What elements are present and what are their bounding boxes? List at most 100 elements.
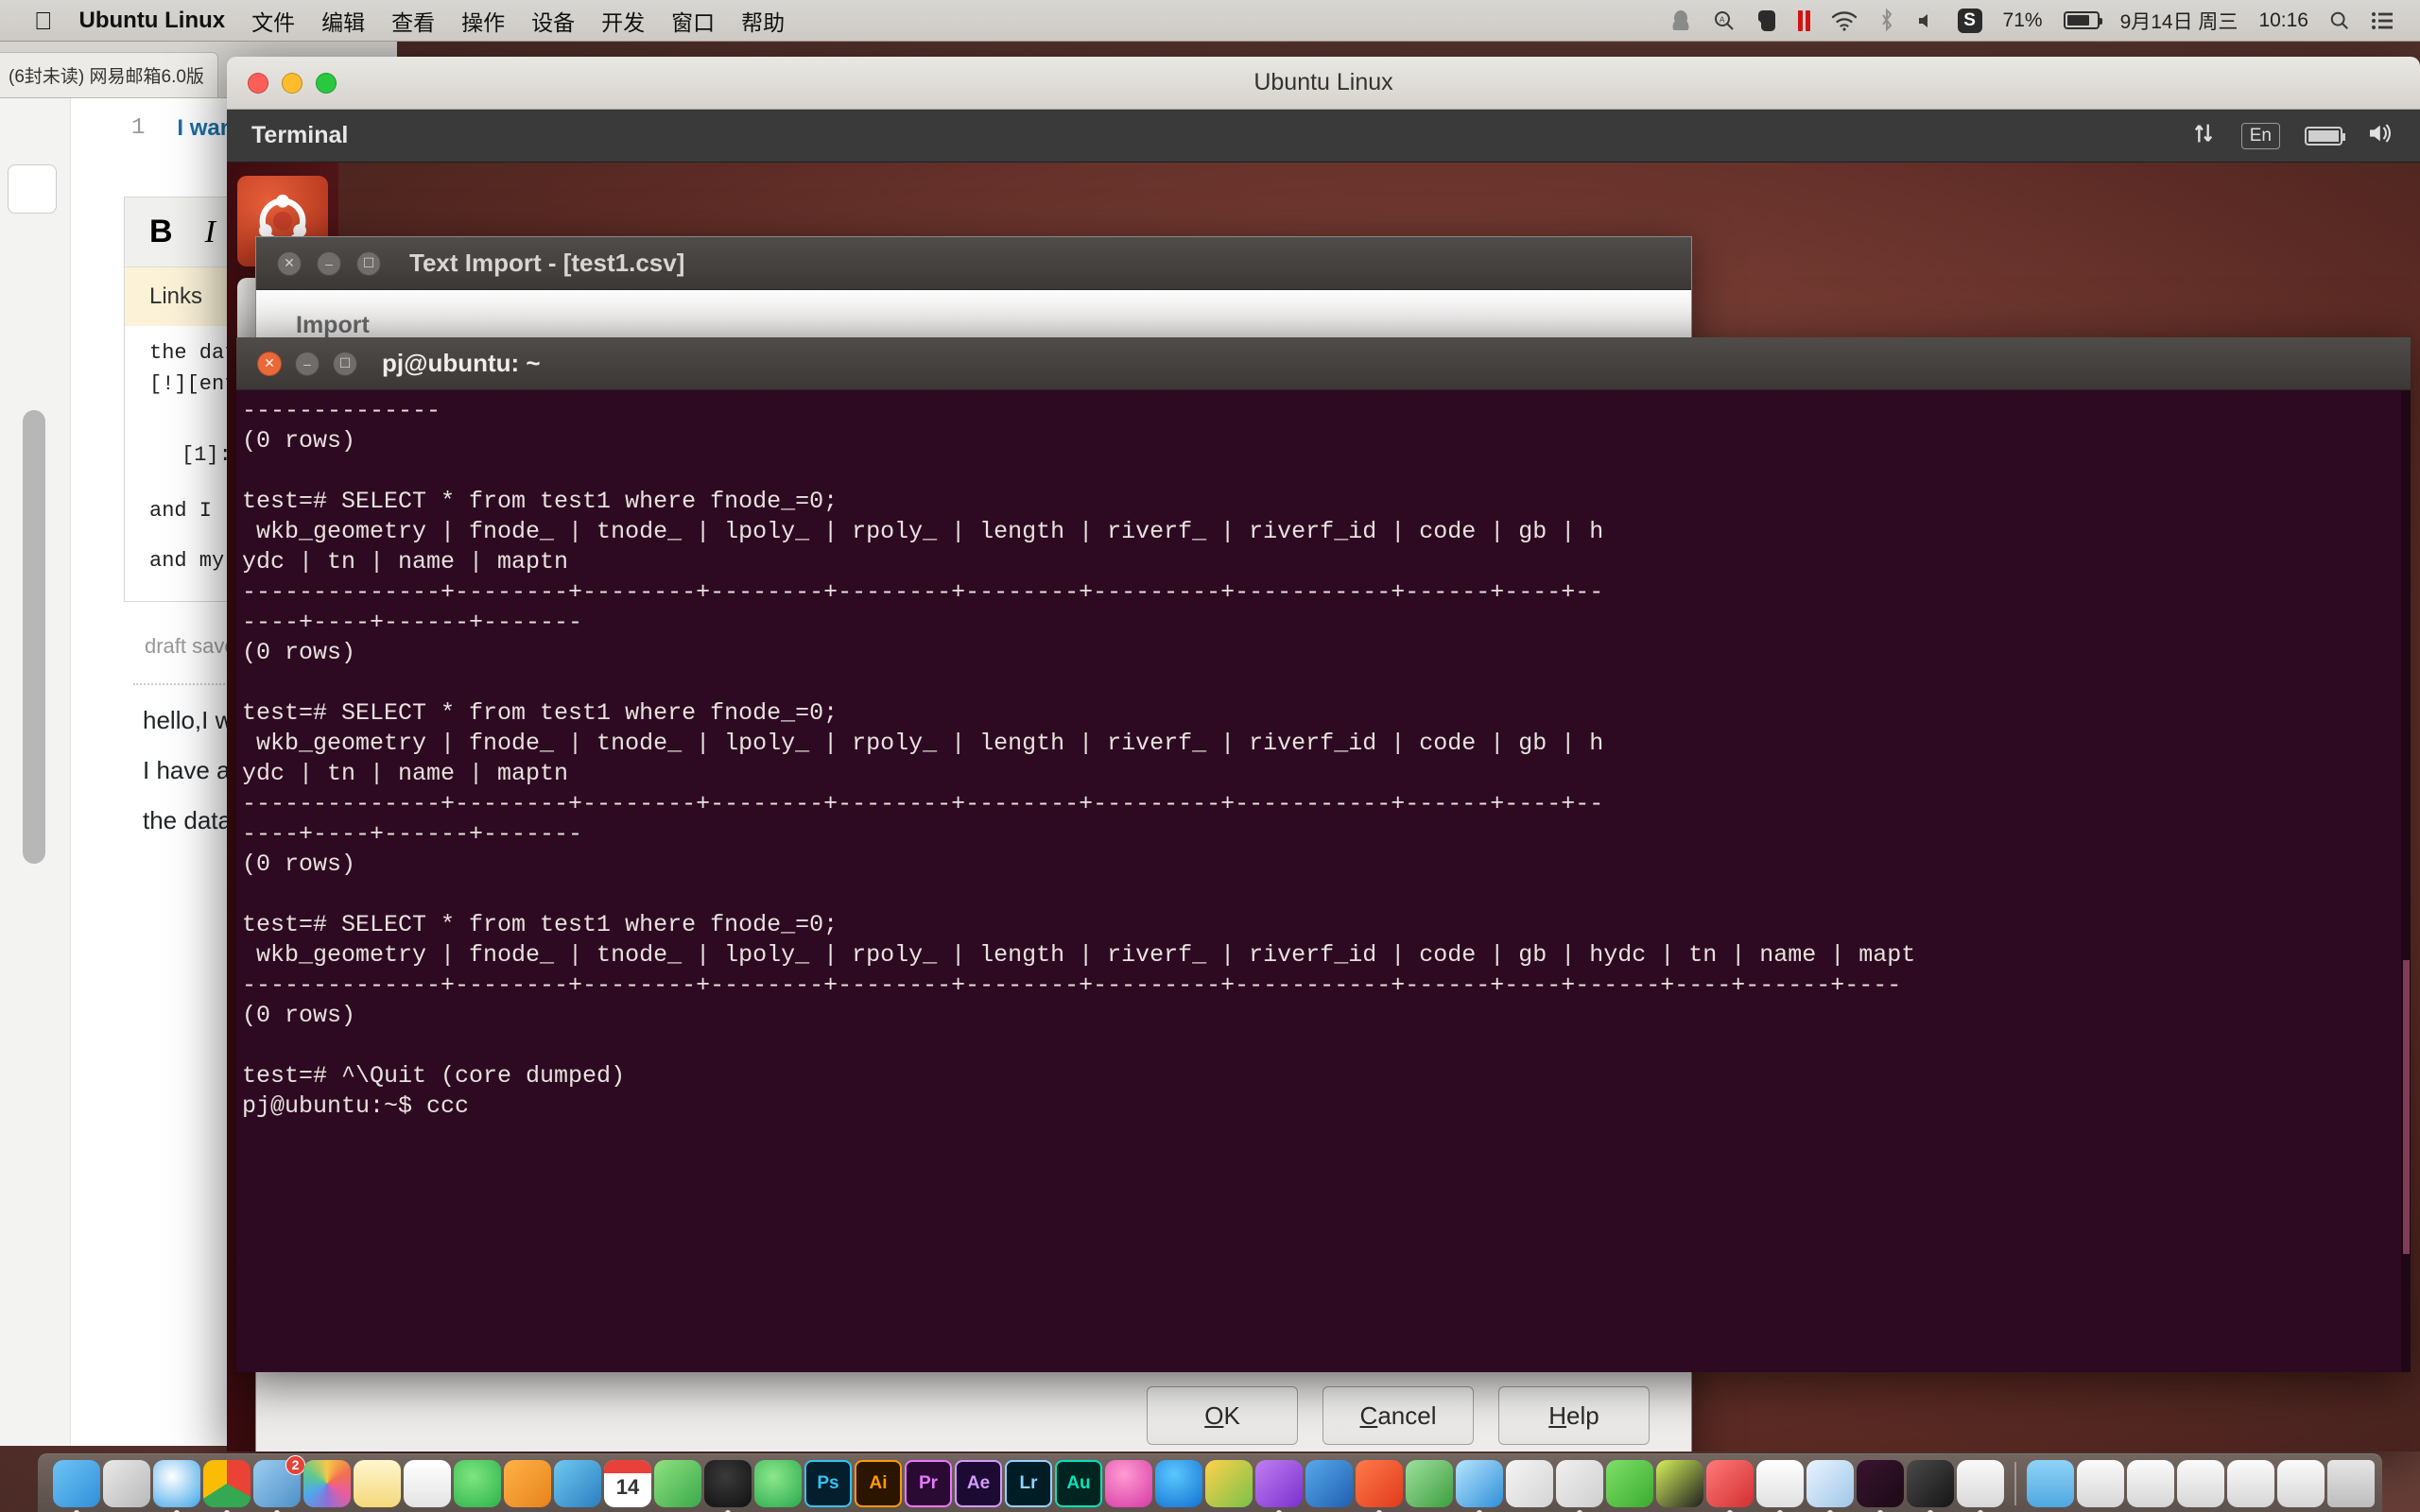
terminal-icon[interactable] (1907, 1459, 1954, 1512)
qq-icon[interactable] (704, 1459, 752, 1512)
close-icon[interactable]: ✕ (277, 250, 302, 276)
gnome-terminal-window[interactable]: ✕ – ☐ pj@ubuntu: ~ -------------- (0 rows… (236, 337, 2411, 1372)
evernote-icon[interactable] (1606, 1459, 1653, 1507)
finder-icon[interactable] (53, 1459, 100, 1512)
maximize-icon[interactable]: ☐ (333, 351, 357, 376)
menu-item-help[interactable]: 帮助 (741, 5, 785, 37)
preview-icon[interactable] (1806, 1459, 1854, 1512)
apple-menu-icon[interactable]:  (34, 9, 53, 33)
menu-bar-status-items[interactable]: A S 71% 9月14日 周三 10:16 (1669, 7, 2394, 35)
sogou-input-icon[interactable]: S (1957, 8, 1982, 33)
minimize-icon[interactable]: – (295, 351, 320, 376)
spotlight-icon[interactable] (2329, 10, 2350, 31)
wechat-icon[interactable] (754, 1459, 802, 1507)
menu-item-develop[interactable]: 开发 (601, 5, 645, 37)
numbers-icon[interactable] (654, 1459, 701, 1507)
input-method-indicator[interactable]: En (2240, 122, 2280, 149)
notification-center-icon[interactable] (2371, 11, 2394, 30)
page-scrollbar[interactable] (23, 410, 45, 864)
minimize-icon[interactable]: – (317, 250, 341, 276)
keka-icon[interactable] (1957, 1459, 2004, 1512)
aftereffects-icon[interactable]: Ae (955, 1459, 1002, 1507)
bold-button[interactable]: B (149, 214, 173, 250)
wifi-icon[interactable] (1831, 10, 1858, 31)
bluetooth-icon[interactable] (1878, 8, 1895, 33)
cleanmymac-icon[interactable] (1706, 1459, 1754, 1512)
vote-button[interactable] (8, 164, 57, 214)
network-transfer-icon[interactable] (2190, 120, 2217, 151)
vm-toolbar[interactable]: Terminal En (227, 110, 2420, 163)
audition-icon[interactable]: Au (1055, 1459, 1102, 1507)
screenshot-stack-icon[interactable] (2127, 1459, 2174, 1507)
menu-item-devices[interactable]: 设备 (531, 5, 575, 37)
dialog-button-row[interactable]: OOKK Cancel Help (1147, 1386, 1650, 1445)
maximize-icon[interactable]: ☐ (356, 250, 381, 276)
photoshop-icon[interactable]: Ps (804, 1459, 852, 1507)
battery-icon[interactable] (2063, 11, 2102, 29)
window-stack-icon[interactable] (2177, 1459, 2224, 1507)
notes-icon[interactable] (354, 1459, 401, 1507)
volume-icon[interactable] (1916, 10, 1937, 31)
messages-icon[interactable] (454, 1459, 501, 1507)
keynote-icon[interactable] (554, 1459, 601, 1507)
downloads-folder-icon[interactable] (2027, 1459, 2074, 1507)
app-store-icon[interactable] (1155, 1459, 1202, 1507)
parallels-icon[interactable] (1797, 9, 1810, 31)
terminal-title-bar[interactable]: ✕ – ☐ pj@ubuntu: ~ (236, 337, 2411, 390)
illustrator-icon[interactable]: Ai (855, 1459, 902, 1507)
active-app-name[interactable]: Ubuntu Linux (79, 8, 226, 34)
menu-item-window[interactable]: 窗口 (671, 5, 715, 37)
parallels-icon[interactable] (1556, 1459, 1603, 1512)
menu-item-file[interactable]: 文件 (251, 5, 295, 37)
browser-tab[interactable]: (6封未读) 网易邮箱6.0版 (0, 52, 218, 97)
tab-links[interactable]: Links (149, 284, 202, 310)
chrome-icon[interactable] (203, 1459, 251, 1512)
trash-icon[interactable] (2327, 1459, 2375, 1507)
menu-item-view[interactable]: 查看 (391, 5, 435, 37)
xcode-icon[interactable] (1406, 1459, 1453, 1507)
italic-button[interactable]: I (205, 215, 216, 250)
itunes-icon[interactable] (1105, 1459, 1152, 1507)
dash-icon[interactable] (1456, 1459, 1503, 1512)
safari-icon[interactable] (153, 1459, 200, 1512)
cancel-button[interactable]: Cancel (1322, 1386, 1474, 1445)
photos-icon[interactable] (303, 1459, 351, 1507)
xmind-icon[interactable] (1205, 1459, 1253, 1507)
vm-volume-icon[interactable] (2367, 122, 2395, 149)
premiere-icon[interactable]: Pr (905, 1459, 952, 1507)
document-stack-icon[interactable] (2077, 1459, 2124, 1507)
mail-icon[interactable]: 2 (253, 1454, 305, 1512)
reminders-icon[interactable] (404, 1459, 451, 1507)
scanner-stack-icon[interactable] (2227, 1459, 2274, 1507)
note-stack-icon[interactable] (2277, 1459, 2325, 1507)
pycharm-icon[interactable] (1656, 1459, 1703, 1507)
mac-menu-bar[interactable]:  Ubuntu Linux 文件 编辑 查看 操作 设备 开发 窗口 帮助 A (0, 0, 2420, 42)
help-button[interactable]: Help (1498, 1386, 1650, 1445)
font-book-icon[interactable] (1506, 1459, 1553, 1507)
omnifocus-icon[interactable] (1255, 1459, 1303, 1512)
calendar-icon[interactable]: 14 (604, 1459, 651, 1507)
menu-bar-date[interactable]: 9月14日 周三 (2120, 7, 2238, 35)
vm-title-bar[interactable]: Ubuntu Linux (227, 57, 2420, 110)
ok-button[interactable]: OOKK (1147, 1386, 1298, 1445)
parallels-vm-window[interactable]: Ubuntu Linux Terminal En ✕ – ☐ Text Impo… (227, 57, 2420, 1452)
textedit-icon[interactable] (1756, 1459, 1804, 1512)
pages-icon[interactable] (504, 1459, 551, 1507)
terminal-scrollbar[interactable] (2401, 390, 2411, 1372)
word-icon[interactable] (1305, 1459, 1353, 1507)
iterm-icon[interactable] (1857, 1459, 1904, 1512)
lightroom-icon[interactable]: Lr (1005, 1459, 1052, 1507)
menu-item-actions[interactable]: 操作 (461, 5, 505, 37)
launchpad-icon[interactable] (103, 1459, 150, 1507)
qq-icon[interactable] (1669, 9, 1692, 33)
text-import-title-bar[interactable]: ✕ – ☐ Text Import - [test1.csv] (256, 237, 1691, 290)
mac-dock[interactable]: 2 14 Ps Ai Pr Ae Lr Au (38, 1453, 2382, 1512)
pdf-expert-icon[interactable] (1356, 1459, 1403, 1512)
alfred-icon[interactable]: A (1713, 9, 1736, 32)
terminal-output[interactable]: -------------- (0 rows) test=# SELECT * f… (236, 390, 2411, 1372)
close-icon[interactable]: ✕ (257, 351, 282, 376)
evernote-icon[interactable] (1756, 9, 1777, 33)
menu-bar-time[interactable]: 10:16 (2258, 9, 2308, 32)
menu-item-edit[interactable]: 编辑 (321, 5, 365, 37)
